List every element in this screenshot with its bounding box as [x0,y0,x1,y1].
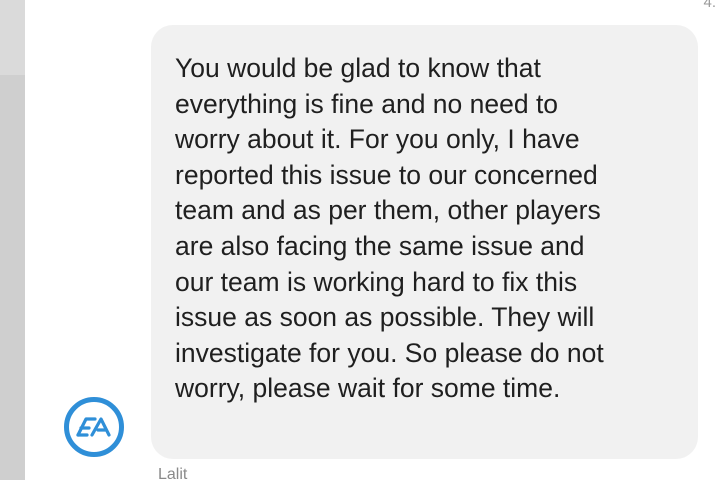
left-edge-panel-top [0,0,25,75]
message-text: You would be glad to know that everythin… [175,51,690,407]
message-line: worry, please wait for some time. [175,373,561,404]
message-line: team and as per them, other players [175,195,601,226]
message-line: worry about it. For you only, I have [175,124,580,155]
chat-window: 4. You would be glad to know that everyt… [0,0,720,480]
message-line: reported this issue to our concerned [175,159,598,190]
message-line: everything is fine and no need to [175,88,559,119]
ea-logo-icon [76,417,111,437]
message-line: You would be glad to know that [175,53,541,83]
sender-avatar[interactable] [64,397,124,457]
message-line: our team is working hard to fix this [175,266,578,297]
message-line: issue as soon as possible. They will [175,302,595,333]
sender-name: Lalit [158,466,188,480]
message-timestamp: 4. [703,0,716,11]
message-line: are also facing the same issue and [175,230,585,261]
message-line: investigate for you. So please do not [175,337,604,368]
